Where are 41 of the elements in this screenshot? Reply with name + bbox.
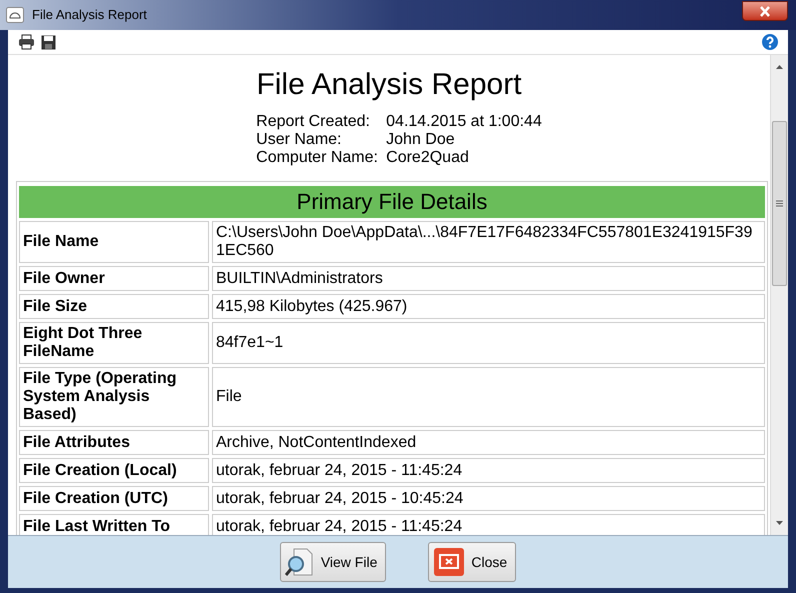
grip-icon xyxy=(776,200,783,207)
scroll-thumb[interactable] xyxy=(772,121,787,286)
field-value: C:\Users\John Doe\AppData\...\84F7E17F6482334FC557801E3241915F391EC560 xyxy=(212,221,765,263)
meta-value: John Doe xyxy=(386,131,456,149)
field-value: BUILTIN\Administrators xyxy=(212,266,765,291)
field-value: utorak, februar 24, 2015 - 11:45:24 xyxy=(212,458,765,483)
magnifier-document-icon xyxy=(284,547,315,577)
close-button[interactable] xyxy=(742,1,788,21)
printer-icon xyxy=(18,34,35,50)
close-window-icon xyxy=(433,547,466,577)
section-header: Primary File Details xyxy=(19,186,765,218)
print-button[interactable] xyxy=(18,34,35,50)
field-label: File Creation (UTC) xyxy=(19,486,209,511)
meta-label: User Name: xyxy=(256,131,342,149)
app-icon xyxy=(6,7,24,23)
meta-value: 04.14.2015 at 1:00:44 xyxy=(386,113,542,131)
scroll-up-icon[interactable] xyxy=(776,65,783,69)
field-value: 415,98 Kilobytes (425.967) xyxy=(212,294,765,319)
meta-label: Computer Name: xyxy=(256,149,379,167)
save-button[interactable] xyxy=(41,34,56,50)
field-label: File Type (Operating System Analysis Based) xyxy=(19,367,209,427)
report-title: File Analysis Report xyxy=(255,67,523,103)
field-label: File Owner xyxy=(19,266,209,291)
field-label: File Creation (Local) xyxy=(19,458,209,483)
field-label: File Size xyxy=(19,294,209,319)
field-label: Eight Dot Three FileName xyxy=(19,322,209,364)
scroll-down-icon[interactable] xyxy=(776,521,783,525)
close-dialog-button[interactable]: Close xyxy=(428,542,516,582)
help-button[interactable] xyxy=(762,34,778,50)
field-label: File Attributes xyxy=(19,430,209,455)
field-value: Archive, NotContentIndexed xyxy=(212,430,765,455)
meta-label: Report Created: xyxy=(256,113,371,131)
window-title: File Analysis Report xyxy=(32,6,147,24)
close-icon xyxy=(759,6,771,16)
view-file-button[interactable]: View File xyxy=(280,542,386,582)
field-value: 84f7e1~1 xyxy=(212,322,765,364)
field-label: File Name xyxy=(19,221,209,263)
meta-value: Core2Quad xyxy=(386,149,470,167)
help-icon xyxy=(762,34,778,50)
field-value: utorak, februar 24, 2015 - 10:45:24 xyxy=(212,486,765,511)
field-value: File xyxy=(212,367,765,427)
